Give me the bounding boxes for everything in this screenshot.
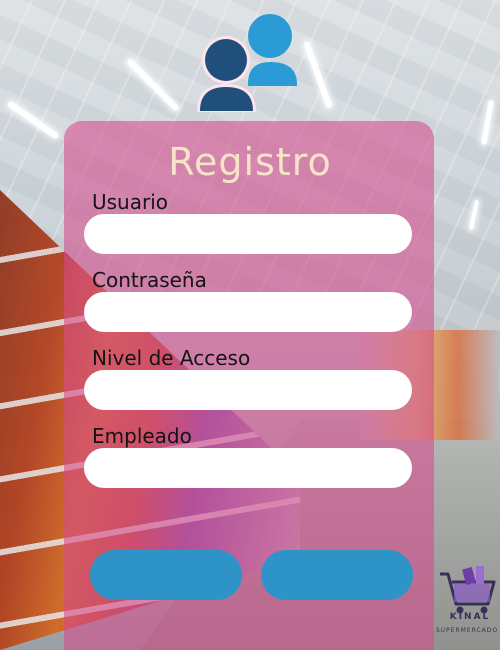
logo-subtitle: SUPERMERCADO bbox=[435, 627, 499, 634]
logo-name: KINAL bbox=[449, 612, 491, 622]
access-level-label: Nivel de Acceso bbox=[92, 346, 251, 370]
form-title: Registro bbox=[168, 140, 332, 184]
password-label: Contraseña bbox=[92, 268, 207, 292]
users-icon bbox=[197, 14, 297, 112]
username-label: Usuario bbox=[92, 190, 169, 214]
employee-input[interactable] bbox=[84, 448, 412, 488]
left-action-button[interactable] bbox=[90, 550, 242, 600]
right-action-button[interactable] bbox=[261, 550, 413, 600]
access-level-input[interactable] bbox=[84, 370, 412, 410]
username-input[interactable] bbox=[84, 214, 412, 254]
password-input[interactable] bbox=[84, 292, 412, 332]
employee-label: Empleado bbox=[92, 424, 192, 448]
